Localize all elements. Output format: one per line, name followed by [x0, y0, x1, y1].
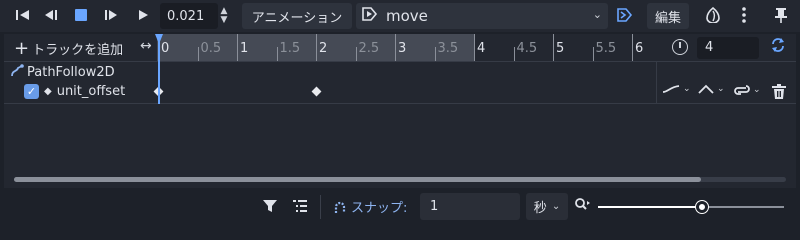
ruler-tick: [513, 47, 515, 61]
path-follow-icon: [10, 64, 24, 81]
trash-icon[interactable]: [772, 84, 786, 103]
snap-step-field[interactable]: 1: [420, 193, 520, 220]
loop-icon[interactable]: [770, 37, 786, 58]
ruler-tick: [276, 47, 278, 61]
animation-select[interactable]: move ⌄: [356, 3, 608, 29]
ruler-tick-label: 4.5: [516, 41, 538, 56]
snap-unit-select[interactable]: 秒 ⌄: [526, 193, 568, 220]
ruler-tick: [316, 34, 317, 61]
chevron-down-icon: ⌄: [717, 84, 725, 94]
ruler-tick-label: 6: [635, 41, 644, 56]
edit-menu-button[interactable]: 編集: [647, 3, 689, 29]
plus-icon: +: [14, 37, 30, 59]
animation-menu-label: アニメーション: [251, 10, 343, 26]
scrollbar-thumb[interactable]: [14, 177, 702, 182]
snap-step-value: 1: [430, 199, 439, 214]
snap-label: スナップ:: [351, 201, 408, 216]
ruler-tick-label: 3.5: [437, 41, 459, 56]
animation-toolbar: 0.021 ▲ ▼ アニメーション move ⌄ 編集: [0, 0, 800, 32]
track-label: ✓ ◆ unit_offset: [24, 84, 125, 99]
keyframe[interactable]: [311, 86, 322, 97]
ruler-tick: [197, 47, 199, 61]
horizontal-scrollbar[interactable]: [14, 177, 786, 182]
pin-icon[interactable]: [770, 4, 792, 26]
ruler-tick-label: 0: [161, 41, 170, 56]
loop-wrap-icon: [734, 85, 750, 95]
stop-icon[interactable]: [70, 4, 92, 26]
ruler-tick: [632, 34, 633, 61]
property-track-icon: ◆: [44, 86, 52, 97]
animation-length-value: 4: [705, 40, 714, 55]
linear-interpolation-icon: [698, 84, 714, 94]
zoom-icon: [575, 198, 591, 212]
timer-icon: [672, 39, 688, 55]
track-row[interactable]: ✓ ◆ unit_offset ⌄ ⌄ ⌄: [4, 82, 796, 104]
animation-name: move: [386, 7, 428, 25]
ruler-tick-label: 1: [240, 41, 249, 56]
ruler-tick-label: 5.5: [595, 41, 617, 56]
chevron-down-icon: ⌄: [753, 85, 761, 95]
track-options-separator: [656, 62, 657, 104]
animation-length-field[interactable]: 4: [697, 37, 759, 59]
snap-toggle[interactable]: スナップ:: [333, 197, 407, 216]
play-icon[interactable]: [132, 4, 154, 26]
ruler-tick: [395, 34, 396, 61]
ruler-tick: [553, 34, 554, 61]
play-backward-icon[interactable]: [40, 4, 62, 26]
ruler-tick-label: 0.5: [200, 41, 222, 56]
interpolation-dropdown[interactable]: ⌄: [698, 84, 725, 94]
ruler-tick-label: 4: [477, 41, 486, 56]
animation-icon: [362, 7, 378, 25]
ruler-tick-label: 1.5: [279, 41, 301, 56]
ruler-tick-label: 2: [319, 41, 328, 56]
zoom-slider-knob[interactable]: [696, 201, 709, 213]
track-name: unit_offset: [56, 84, 126, 99]
node-label[interactable]: PathFollow2D: [10, 64, 115, 81]
snap-unit-value: 秒: [533, 201, 547, 216]
chevron-down-icon: ⌄: [592, 8, 602, 21]
group-tracks-icon[interactable]: [292, 198, 308, 214]
playback-speed-field[interactable]: 0.021: [160, 3, 218, 29]
ruler-tick-label: 3: [398, 41, 407, 56]
ruler-tick: [592, 47, 594, 61]
timeline-bottom-bar: スナップ: 1 秒 ⌄: [0, 190, 800, 224]
animation-menu-button[interactable]: アニメーション: [242, 3, 352, 29]
ruler-tick: [434, 47, 436, 61]
node-row: PathFollow2D: [4, 62, 796, 82]
ruler-tick: [474, 34, 475, 61]
continuous-update-icon: [662, 85, 680, 93]
resize-arrows-icon[interactable]: ↔: [140, 38, 152, 54]
add-track-button[interactable]: + トラックを追加: [14, 39, 123, 58]
node-name: PathFollow2D: [27, 65, 115, 80]
snap-icon: [334, 201, 346, 213]
update-mode-dropdown[interactable]: ⌄: [662, 84, 691, 94]
zoom-slider-fill: [598, 206, 703, 208]
ruler-tick-label: 5: [556, 41, 565, 56]
track-enabled-checkbox[interactable]: ✓: [24, 84, 39, 99]
skip-back-icon[interactable]: [12, 4, 34, 26]
chevron-down-icon: ⌄: [551, 201, 561, 212]
ruler-tick: [237, 34, 238, 61]
timeline-ruler: + トラックを追加 ↔ 0 0.5 1 1.5 2 2.5 3 3.5 4 4.5 5 5.5 6 4: [4, 34, 796, 62]
edit-menu-label: 編集: [654, 10, 681, 26]
timeline-panel: + トラックを追加 ↔ 0 0.5 1 1.5 2 2.5 3 3.5 4 4.5 5 5.5 6 4 …: [4, 34, 796, 188]
chevron-down-icon: ⌄: [683, 84, 691, 94]
divider: [320, 195, 321, 219]
kebab-menu-icon[interactable]: [733, 4, 755, 26]
ruler-tick: [355, 47, 357, 61]
filter-icon[interactable]: [262, 198, 278, 214]
onion-skin-icon[interactable]: [702, 4, 724, 26]
loop-wrap-dropdown[interactable]: ⌄: [734, 84, 761, 96]
ruler-tick-label: 2.5: [358, 41, 380, 56]
autoplay-icon[interactable]: [614, 4, 636, 26]
play-from-start-icon[interactable]: [100, 4, 122, 26]
playhead[interactable]: [158, 34, 160, 104]
zoom-slider[interactable]: [598, 201, 784, 213]
add-track-label: トラックを追加: [32, 43, 124, 58]
playback-speed-value: 0.021: [167, 8, 205, 24]
spin-arrows-icon[interactable]: ▲ ▼: [217, 6, 231, 26]
